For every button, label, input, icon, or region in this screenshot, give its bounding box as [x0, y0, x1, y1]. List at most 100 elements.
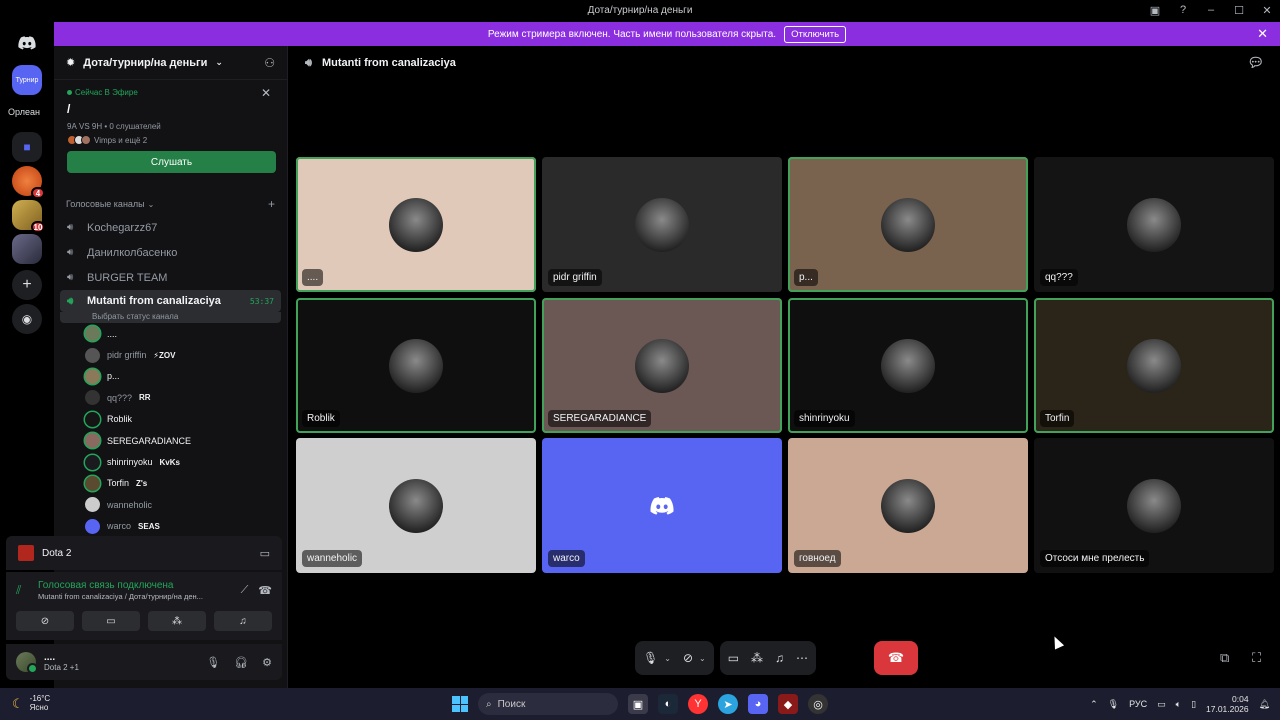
- disconnect-button[interactable]: ☎: [874, 641, 918, 675]
- discord-taskbar-icon[interactable]: ◕: [748, 694, 768, 714]
- chat-icon[interactable]: 💬︎: [1247, 55, 1264, 71]
- server-gold[interactable]: 10: [12, 200, 45, 233]
- soundboard-icon[interactable]: ♫: [775, 651, 784, 665]
- minimize-button[interactable]: –: [1204, 4, 1218, 16]
- user-name: SEREGARADIANCE: [107, 435, 192, 446]
- battery-icon[interactable]: ▯: [1191, 699, 1196, 710]
- discord-home-icon[interactable]: [12, 28, 42, 58]
- chevron-up-icon[interactable]: ⌃: [1090, 699, 1098, 710]
- folder-icon[interactable]: ■: [12, 132, 42, 162]
- share-screen-button[interactable]: ▭: [82, 611, 140, 631]
- maximize-button[interactable]: ☐: [1232, 4, 1246, 17]
- notifications-icon[interactable]: 🔔︎: [1259, 699, 1270, 710]
- soundboard-button[interactable]: ♫: [214, 611, 272, 631]
- voice-user[interactable]: Roblik: [54, 409, 287, 430]
- invite-icon[interactable]: ⚇: [264, 56, 275, 70]
- inbox-icon[interactable]: ▣: [1148, 4, 1162, 17]
- voice-user[interactable]: ....: [54, 323, 287, 344]
- video-tile[interactable]: pidr griffin: [542, 157, 782, 292]
- chevron-down-icon[interactable]: ⌄: [699, 654, 706, 663]
- activities-icon[interactable]: ⁂: [751, 651, 763, 665]
- server-header[interactable]: ✹ Дота/турнир/на деньги ⌄ ⚇: [54, 46, 287, 80]
- video-tile[interactable]: p...: [788, 157, 1028, 292]
- help-icon[interactable]: ?: [1176, 4, 1190, 16]
- activities-button[interactable]: ⁂: [148, 611, 206, 631]
- popout-icon[interactable]: ⧉: [1220, 650, 1229, 666]
- microphone-icon[interactable]: 🎙︎: [206, 656, 220, 669]
- listen-button[interactable]: Слушать: [67, 151, 276, 173]
- chevron-down-icon[interactable]: ⌄: [664, 654, 671, 663]
- clock[interactable]: 0:04 17.01.2026: [1206, 694, 1249, 714]
- screen-share-icon[interactable]: ▭: [260, 547, 270, 560]
- task-view-icon[interactable]: ▣: [628, 694, 648, 714]
- close-icon[interactable]: ✕: [261, 86, 271, 100]
- noise-suppression-icon[interactable]: ⟋: [241, 584, 249, 597]
- banner-text: Режим стримера включен. Часть имени поль…: [487, 28, 777, 40]
- start-icon[interactable]: [452, 696, 468, 712]
- add-channel-icon[interactable]: +: [268, 197, 275, 211]
- avatar[interactable]: [16, 652, 38, 674]
- user-name: ....: [107, 328, 118, 339]
- voice-category-header[interactable]: Голосовые каналы ⌄ +: [54, 185, 287, 215]
- voice-user[interactable]: SEREGARADIANCE: [54, 430, 287, 451]
- server-orange[interactable]: 4: [12, 166, 45, 199]
- camera-off-icon[interactable]: ⊘: [683, 651, 693, 665]
- voice-channel[interactable]: 🔊︎ Данилколбасенко: [60, 240, 281, 265]
- avatar: [1127, 478, 1181, 533]
- video-tile[interactable]: qq???: [1034, 157, 1274, 292]
- voice-channel-active[interactable]: 🔊︎ Mutanti from canalizaciya 53:37: [60, 290, 281, 312]
- window-titlebar: Дота/турнир/на деньги ▣ ? – ☐ ✕: [0, 0, 1280, 20]
- camera-off-button[interactable]: ⊘: [16, 611, 74, 631]
- headphones-icon[interactable]: 🎧︎: [234, 656, 248, 669]
- video-tile[interactable]: Torfin: [1034, 298, 1274, 433]
- voice-user[interactable]: p...: [54, 366, 287, 387]
- close-icon[interactable]: ✕: [1257, 26, 1268, 42]
- video-tile[interactable]: wanneholic: [296, 438, 536, 573]
- search-box[interactable]: ⌕ Поиск: [478, 693, 618, 715]
- voice-status[interactable]: Голосовая связь подключена: [38, 580, 203, 591]
- server-turnir[interactable]: Турнир: [12, 65, 42, 95]
- voice-user[interactable]: pidr griffin ⚡ZOV: [54, 344, 287, 365]
- game-activity-bar[interactable]: Dota 2 ▭: [6, 536, 282, 570]
- disconnect-icon[interactable]: ☎: [258, 584, 272, 597]
- video-tile[interactable]: warco: [542, 438, 782, 573]
- signal-icon[interactable]: ⫽: [16, 583, 30, 598]
- video-tile[interactable]: SEREGARADIANCE: [542, 298, 782, 433]
- video-tile[interactable]: ....: [296, 157, 536, 292]
- voice-user[interactable]: wanneholic: [54, 494, 287, 515]
- user-name: shinrinyoku: [107, 457, 153, 468]
- video-tile[interactable]: Roblik: [296, 298, 536, 433]
- more-icon[interactable]: ⋯: [796, 651, 808, 665]
- video-tile[interactable]: говноед: [788, 438, 1028, 573]
- yandex-icon[interactable]: Y: [688, 694, 708, 714]
- language-indicator[interactable]: РУС: [1129, 699, 1147, 709]
- discover-icon[interactable]: ◉: [12, 304, 42, 334]
- user-name: qq???: [107, 392, 133, 403]
- app-icon[interactable]: ◎: [808, 694, 828, 714]
- participant-name: Torfin: [1040, 410, 1075, 427]
- voice-user[interactable]: shinrinyoku KvKs: [54, 451, 287, 472]
- microphone-icon[interactable]: 🎙︎: [643, 651, 658, 665]
- server-gray[interactable]: [12, 234, 42, 264]
- voice-user[interactable]: warco SEAS: [54, 516, 287, 537]
- close-window-button[interactable]: ✕: [1260, 4, 1274, 17]
- voice-user[interactable]: Torfin Z's: [54, 473, 287, 494]
- microphone-icon[interactable]: 🎙︎: [1108, 699, 1119, 710]
- add-server-icon[interactable]: +: [12, 270, 42, 300]
- steam-icon[interactable]: ◐: [658, 694, 678, 714]
- fullscreen-icon[interactable]: ⛶: [1252, 650, 1261, 666]
- channel-status[interactable]: Выбрать статус канала: [60, 312, 281, 323]
- share-screen-icon[interactable]: ▭: [728, 651, 739, 665]
- weather-widget[interactable]: ☾ -16°C Ясно: [12, 694, 50, 713]
- voice-user[interactable]: qq??? RR: [54, 387, 287, 408]
- video-tile[interactable]: shinrinyoku: [788, 298, 1028, 433]
- voice-channel[interactable]: 🔊︎ Kochegarzz67: [60, 215, 281, 240]
- volume-icon[interactable]: 🔈︎: [1176, 699, 1181, 710]
- voice-channel[interactable]: 🔊︎ BURGER TEAM: [60, 265, 281, 290]
- video-tile[interactable]: Отсоси мне прелесть: [1034, 438, 1274, 573]
- gear-icon[interactable]: ⚙: [262, 656, 272, 669]
- telegram-icon[interactable]: ➤: [718, 694, 738, 714]
- disable-streamer-button[interactable]: Отключить: [784, 25, 847, 43]
- dota-taskbar-icon[interactable]: ◆: [778, 694, 798, 714]
- network-icon[interactable]: ▭: [1157, 699, 1166, 710]
